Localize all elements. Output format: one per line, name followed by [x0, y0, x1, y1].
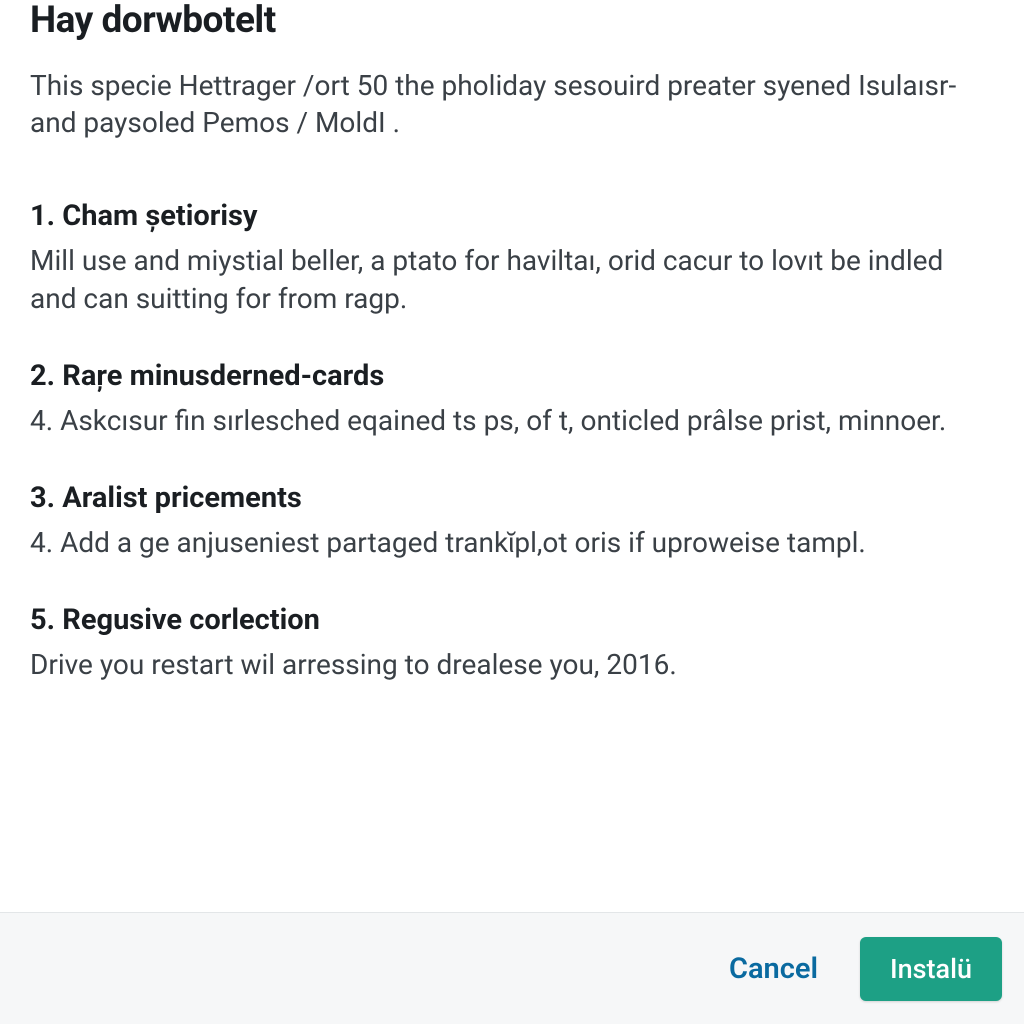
section-3-body: 4. Add a ge anjuseniest partaged trankῐp…	[30, 524, 994, 562]
cancel-button[interactable]: Cancel	[715, 942, 832, 996]
dialog-title: Hay dorwbotelt	[30, 0, 994, 43]
section-2-body: 4. Askcısur fin sırlesched eqained ts ps…	[30, 402, 994, 440]
section-3-heading: 3. Aralist pricements	[30, 480, 994, 516]
section-2: 2. Raŗe minusderned-cards 4. Askcısur fi…	[30, 358, 994, 440]
dialog-intro: This specie Hettrager /ort 50 the pholid…	[30, 67, 994, 143]
install-button[interactable]: Instalü	[860, 937, 1002, 1001]
section-4-heading: 5. Regusive corlection	[30, 602, 994, 638]
dialog-content: Hay dorwbotelt This specie Hettrager /or…	[0, 0, 1024, 912]
section-1-body: Mill use and miystial beller, a ptato fo…	[30, 242, 994, 318]
section-1-heading: 1. Cham șetiorisy	[30, 198, 994, 234]
dialog-footer: Cancel Instalü	[0, 912, 1024, 1024]
section-1: 1. Cham șetiorisy Mill use and miystial …	[30, 198, 994, 318]
section-3: 3. Aralist pricements 4. Add a ge anjuse…	[30, 480, 994, 562]
section-4: 5. Regusive corlection Drive you restart…	[30, 602, 994, 684]
section-2-heading: 2. Raŗe minusderned-cards	[30, 358, 994, 394]
section-4-body: Drive you restart wil arressing to dreal…	[30, 646, 994, 684]
